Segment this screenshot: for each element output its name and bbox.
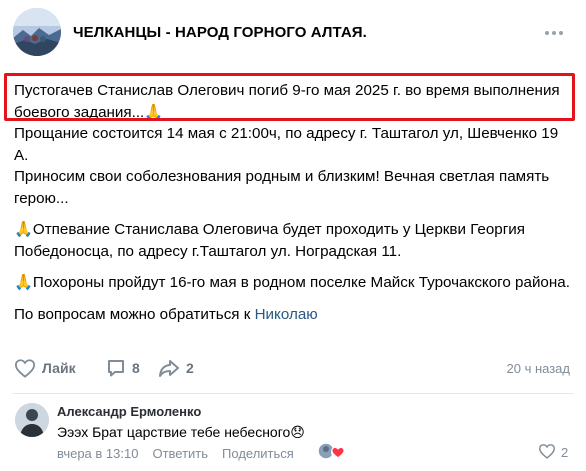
comment-date[interactable]: вчера в 13:10 [57, 446, 138, 461]
comment-share-button[interactable]: Поделиться [222, 446, 294, 461]
post-line-5: 🙏Похороны пройдут 16-го мая в родном пос… [14, 274, 570, 291]
comment-like-button[interactable]: 2 [538, 443, 568, 462]
contact-link[interactable]: Николаю [255, 306, 318, 323]
share-icon [158, 358, 180, 378]
reply-button[interactable]: Ответить [152, 446, 208, 461]
comment-icon [106, 358, 126, 378]
comments-count: 8 [132, 360, 140, 376]
contact-prefix: По вопросам можно обратиться к [14, 305, 255, 323]
like-label: Лайк [42, 360, 76, 376]
post-line-4: 🙏Отпевание Станислава Олеговича будет пр… [14, 221, 526, 260]
group-avatar-icon[interactable] [13, 8, 61, 56]
comments-button[interactable]: 8 [106, 352, 140, 384]
comment-text: Эээх Брат царствие тебе небесного😞 [57, 424, 305, 440]
heart-icon [14, 358, 36, 378]
post-line-2: Прощание состоится 14 мая с 21:00ч, по а… [14, 125, 559, 164]
post-line-6: По вопросам можно обратиться к Николаю [14, 304, 574, 326]
post-header: ЧЕЛКАНЦЫ - НАРОД ГОРНОГО АЛТАЯ. [0, 0, 586, 70]
share-button[interactable]: 2 [158, 352, 194, 384]
post-actions: Лайк 8 2 20 ч назад [0, 352, 586, 384]
share-count: 2 [186, 360, 194, 376]
reactions-icon[interactable] [317, 441, 347, 461]
like-button[interactable]: Лайк [14, 352, 76, 384]
heart-icon [538, 443, 556, 462]
comment-author[interactable]: Александр Ермоленко [57, 404, 201, 419]
highlight-frame [4, 73, 575, 121]
avatar[interactable] [15, 403, 49, 437]
group-name[interactable]: ЧЕЛКАНЦЫ - НАРОД ГОРНОГО АЛТАЯ. [73, 24, 367, 41]
comment-likes-count: 2 [561, 445, 569, 460]
comment-meta: вчера в 13:10 Ответить Поделиться [57, 446, 294, 461]
comment: Александр Ермоленко Эээх Брат царствие т… [0, 396, 586, 471]
post-time[interactable]: 20 ч назад [507, 361, 571, 376]
divider [12, 393, 574, 394]
more-dots-icon[interactable] [543, 26, 565, 38]
post-line-3: Приносим свои соболезнования родным и бл… [14, 168, 550, 207]
post-card: ЧЕЛКАНЦЫ - НАРОД ГОРНОГО АЛТАЯ. Пустогач… [0, 0, 586, 471]
